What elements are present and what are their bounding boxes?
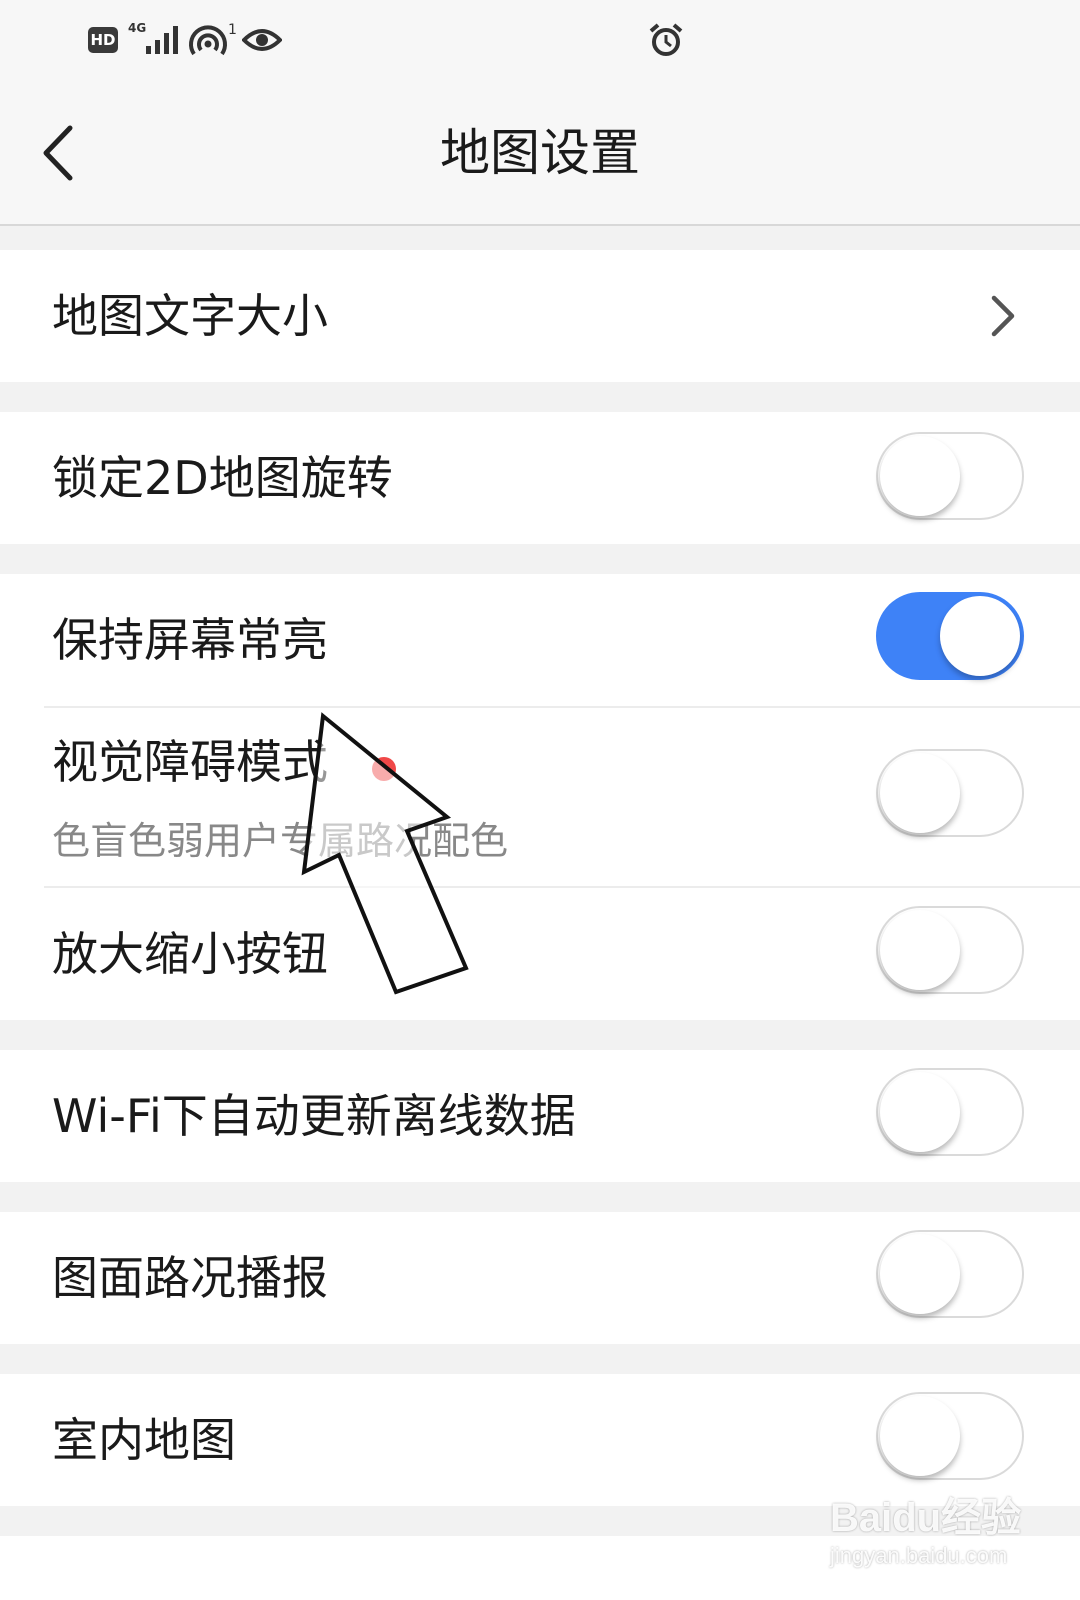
settings-card-lock-rotation: 锁定2D地图旋转: [0, 412, 1080, 544]
setting-label: 保持屏幕常亮: [52, 613, 328, 667]
setting-subtitle: 色盲色弱用户专属路况配色: [52, 819, 509, 863]
network-type-label: 4G: [128, 21, 147, 35]
toggle-knob: [880, 1234, 960, 1314]
keep-screen-on-toggle[interactable]: [876, 592, 1024, 680]
lock-2d-rotation-toggle[interactable]: [876, 432, 1024, 520]
setting-label: 锁定2D地图旋转: [52, 451, 393, 505]
setting-label: 图面路况播报: [52, 1251, 328, 1305]
status-bar: HD 4G 1: [0, 0, 1080, 80]
signal-icon: [146, 26, 178, 54]
toggle-knob: [880, 1072, 960, 1152]
settings-card-display: 保持屏幕常亮 视觉障碍模式 色盲色弱用户专属路况配色 放大缩小按钮: [0, 574, 1080, 1020]
alarm-icon: [649, 23, 683, 56]
wifi-offline-update-toggle[interactable]: [876, 1068, 1024, 1156]
toggle-knob: [880, 753, 960, 833]
setting-row-traffic-broadcast: 图面路况播报: [0, 1212, 1080, 1344]
toggle-knob: [880, 910, 960, 990]
toggle-knob: [880, 1396, 960, 1476]
setting-row-keep-screen-on: 保持屏幕常亮: [0, 574, 1080, 706]
setting-label: 室内地图: [52, 1413, 236, 1467]
setting-label: 视觉障碍模式: [52, 735, 328, 789]
hd-icon: HD: [88, 27, 118, 53]
new-feature-dot: [372, 757, 396, 781]
hotspot-icon: [189, 25, 227, 56]
toggle-knob: [880, 436, 960, 516]
toggle-knob: [940, 596, 1020, 676]
visual-impairment-mode-toggle[interactable]: [876, 749, 1024, 837]
setting-label: 放大缩小按钮: [52, 927, 328, 981]
settings-card-traffic: 图面路况播报: [0, 1212, 1080, 1344]
watermark-url: jingyan.baidu.com: [830, 1543, 1008, 1568]
setting-row-map-text-size[interactable]: 地图文字大小: [0, 250, 1080, 382]
indoor-map-toggle[interactable]: [876, 1392, 1024, 1480]
eye-icon: [242, 29, 282, 51]
setting-label: Wi-Fi下自动更新离线数据: [52, 1089, 576, 1143]
page-title: 地图设置: [440, 124, 640, 182]
chevron-right-icon: [991, 295, 1015, 337]
zoom-buttons-toggle[interactable]: [876, 906, 1024, 994]
traffic-broadcast-toggle[interactable]: [876, 1230, 1024, 1318]
setting-label: 地图文字大小: [52, 289, 328, 343]
settings-card-text-size: 地图文字大小: [0, 250, 1080, 382]
setting-row-zoom-buttons: 放大缩小按钮: [0, 888, 1080, 1020]
setting-row-wifi-offline-update: Wi-Fi下自动更新离线数据: [0, 1050, 1080, 1182]
hotspot-count: 1: [228, 22, 237, 38]
watermark-logo: Baidu经验: [830, 1496, 1022, 1540]
settings-card-offline: Wi-Fi下自动更新离线数据: [0, 1050, 1080, 1182]
setting-row-lock-2d-rotation: 锁定2D地图旋转: [0, 412, 1080, 544]
header: 地图设置: [0, 80, 1080, 226]
watermark: Baidu经验 jingyan.baidu.com: [830, 1485, 1030, 1575]
setting-row-visual-impairment-mode: 视觉障碍模式 色盲色弱用户专属路况配色: [0, 708, 1080, 886]
